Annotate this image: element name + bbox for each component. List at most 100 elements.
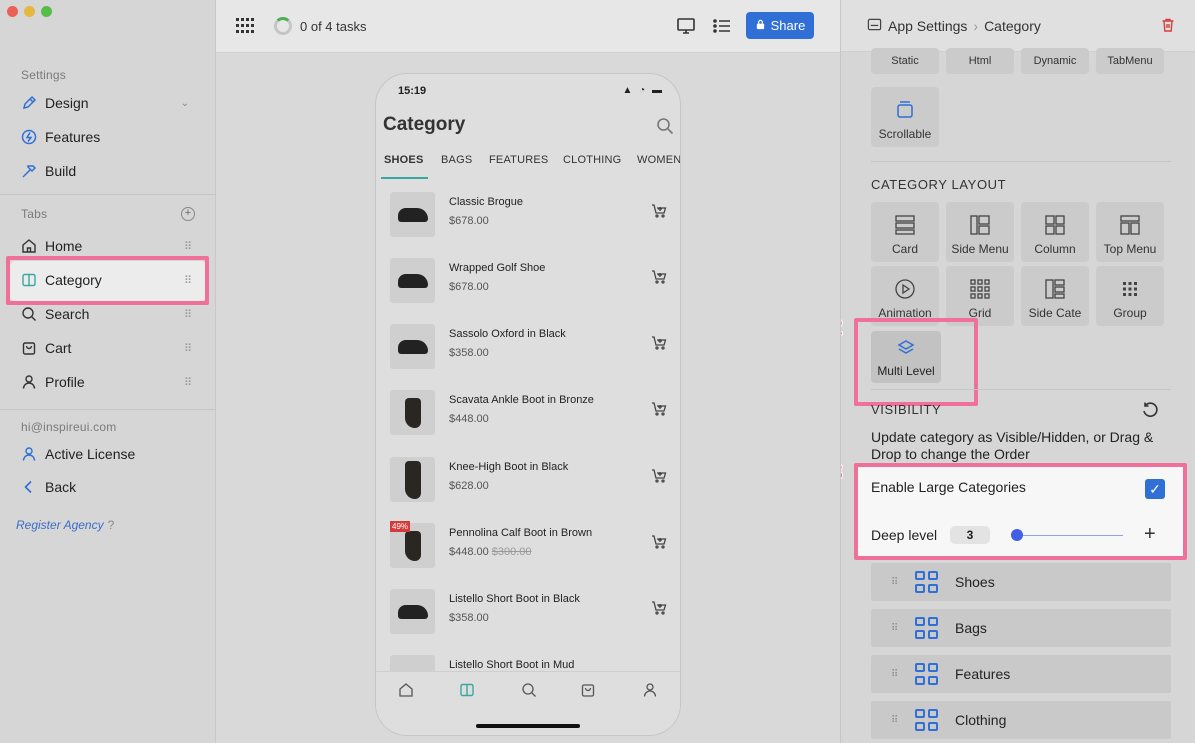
user-icon[interactable] bbox=[642, 682, 658, 698]
layout-side-menu[interactable]: Side Menu bbox=[946, 202, 1014, 262]
add-tab-icon[interactable]: + bbox=[181, 207, 195, 221]
card-layout-icon bbox=[894, 214, 916, 236]
add-to-cart-icon[interactable] bbox=[651, 203, 667, 219]
sidebar-item-cart[interactable]: Cart ⠿ bbox=[21, 335, 201, 361]
add-to-cart-icon[interactable] bbox=[651, 269, 667, 285]
sidebar-item-label: Profile bbox=[45, 374, 85, 390]
phone-tab[interactable]: BAGS bbox=[441, 154, 472, 166]
layout-static[interactable]: Static bbox=[871, 48, 939, 74]
sidebar-item-features[interactable]: Features bbox=[21, 124, 201, 150]
product-row[interactable]: Sassolo Oxford in Black $358.00 bbox=[376, 320, 680, 386]
layout-tabmenu[interactable]: TabMenu bbox=[1096, 48, 1164, 74]
tile-label: Scrollable bbox=[878, 127, 932, 141]
layout-group[interactable]: Group bbox=[1096, 266, 1164, 326]
visibility-description: Update category as Visible/Hidden, or Dr… bbox=[871, 429, 1154, 462]
minimize-window-button[interactable] bbox=[24, 6, 35, 17]
drag-handle-icon[interactable]: ⠿ bbox=[184, 342, 192, 355]
apps-grid-icon[interactable] bbox=[236, 18, 254, 34]
layout-animation[interactable]: Animation bbox=[871, 266, 939, 326]
product-row[interactable]: Wrapped Golf Shoe $678.00 bbox=[376, 254, 680, 320]
highlight-box-3 bbox=[854, 463, 1187, 560]
add-to-cart-icon[interactable] bbox=[651, 600, 667, 616]
category-row[interactable]: ⠿ Bags bbox=[871, 609, 1171, 647]
drag-handle-icon[interactable]: ⠿ bbox=[891, 577, 903, 588]
product-name: Sassolo Oxford in Black bbox=[449, 328, 566, 340]
register-agency-link[interactable]: Register Agency? bbox=[16, 518, 114, 532]
sidebar-item-design[interactable]: Design ⌄ bbox=[21, 90, 201, 116]
category-row[interactable]: ⠿ Clothing bbox=[871, 701, 1171, 739]
product-row[interactable]: 49% Pennolina Calf Boot in Brown $448.00… bbox=[376, 519, 680, 585]
category-row[interactable]: ⠿ Shoes bbox=[871, 563, 1171, 601]
bag-icon[interactable] bbox=[580, 682, 596, 698]
tasks-counter[interactable]: 0 of 4 tasks bbox=[300, 19, 366, 34]
layout-side-cate[interactable]: Side Cate bbox=[1021, 266, 1089, 326]
search-icon bbox=[21, 306, 37, 322]
zoom-window-button[interactable] bbox=[41, 6, 52, 17]
drag-handle-icon[interactable]: ⠿ bbox=[184, 376, 192, 389]
add-to-cart-icon[interactable] bbox=[651, 335, 667, 351]
layout-card[interactable]: Card bbox=[871, 202, 939, 262]
chevron-down-icon[interactable]: ⌄ bbox=[181, 98, 189, 109]
product-row[interactable]: Scavata Ankle Boot in Bronze $448.00 bbox=[376, 386, 680, 452]
category-name: Features bbox=[955, 666, 1011, 682]
active-license-link[interactable]: Active License bbox=[21, 441, 201, 467]
panel-icon bbox=[867, 17, 882, 35]
sidebar-item-build[interactable]: Build bbox=[21, 158, 201, 184]
layout-scrollable[interactable]: Scrollable bbox=[871, 87, 939, 147]
search-icon[interactable] bbox=[656, 117, 674, 135]
grid-icon bbox=[915, 663, 939, 685]
reset-icon[interactable] bbox=[1141, 401, 1159, 419]
layout-html[interactable]: Html bbox=[946, 48, 1014, 74]
add-to-cart-icon[interactable] bbox=[651, 468, 667, 484]
register-agency-label: Register Agency bbox=[16, 518, 104, 532]
settings-section-label: Settings bbox=[21, 68, 66, 82]
product-row[interactable]: Knee-High Boot in Black $628.00 bbox=[376, 453, 680, 519]
drag-handle-icon[interactable]: ⠿ bbox=[891, 715, 903, 726]
list-view-icon[interactable] bbox=[712, 16, 732, 36]
columns-icon[interactable] bbox=[459, 682, 475, 698]
home-icon[interactable] bbox=[398, 682, 414, 698]
sidebar-item-search[interactable]: Search ⠿ bbox=[21, 301, 201, 327]
product-row[interactable]: Classic Brogue $678.00 bbox=[376, 188, 680, 254]
drag-handle-icon[interactable]: ⠿ bbox=[184, 308, 192, 321]
product-image bbox=[390, 324, 435, 369]
add-to-cart-icon[interactable] bbox=[651, 401, 667, 417]
drag-handle-icon[interactable]: ⠿ bbox=[891, 669, 903, 680]
product-name: Wrapped Golf Shoe bbox=[449, 262, 546, 274]
phone-tab[interactable]: SHOES bbox=[384, 154, 424, 166]
product-name: Listello Short Boot in Mud bbox=[449, 659, 575, 671]
layout-dynamic[interactable]: Dynamic bbox=[1021, 48, 1089, 74]
user-icon bbox=[21, 374, 37, 390]
close-window-button[interactable] bbox=[7, 6, 18, 17]
drag-handle-icon[interactable]: ⠿ bbox=[184, 240, 192, 253]
layout-top-menu[interactable]: Top Menu bbox=[1096, 202, 1164, 262]
product-price: $628.00 bbox=[449, 480, 489, 492]
layout-column[interactable]: Column bbox=[1021, 202, 1089, 262]
add-to-cart-icon[interactable] bbox=[651, 534, 667, 550]
sidebar-item-label: Features bbox=[45, 129, 101, 145]
play-circle-icon bbox=[894, 278, 916, 300]
breadcrumb-root[interactable]: App Settings bbox=[888, 18, 967, 34]
discount-badge: 49% bbox=[390, 521, 411, 532]
phone-tab[interactable]: FEATURES bbox=[489, 154, 548, 166]
product-row[interactable]: Listello Short Boot in Black $358.00 bbox=[376, 585, 680, 651]
phone-preview: 15:19 ▲ ◔ ▬ Category SHOES BAGS FEATURES… bbox=[375, 73, 681, 736]
desktop-preview-icon[interactable] bbox=[676, 16, 696, 36]
product-price: $358.00 bbox=[449, 347, 489, 359]
category-row[interactable]: ⠿ Features bbox=[871, 655, 1171, 693]
sidebar-item-profile[interactable]: Profile ⠿ bbox=[21, 369, 201, 395]
product-image bbox=[390, 457, 435, 502]
layout-grid[interactable]: Grid bbox=[946, 266, 1014, 326]
drag-handle-icon[interactable]: ⠿ bbox=[891, 623, 903, 634]
trash-icon[interactable] bbox=[1160, 17, 1176, 33]
phone-tab[interactable]: CLOTHING bbox=[563, 154, 621, 166]
phone-tab[interactable]: WOMEN bbox=[637, 154, 680, 166]
app-window: Settings Design ⌄ Features Build Tabs + bbox=[0, 0, 1195, 743]
divider bbox=[871, 389, 1171, 390]
back-link[interactable]: Back bbox=[21, 474, 201, 500]
share-button[interactable]: Share bbox=[746, 12, 814, 39]
user-icon bbox=[21, 446, 37, 462]
search-icon[interactable] bbox=[521, 682, 537, 698]
home-icon bbox=[21, 238, 37, 254]
help-icon[interactable]: ? bbox=[108, 518, 115, 532]
